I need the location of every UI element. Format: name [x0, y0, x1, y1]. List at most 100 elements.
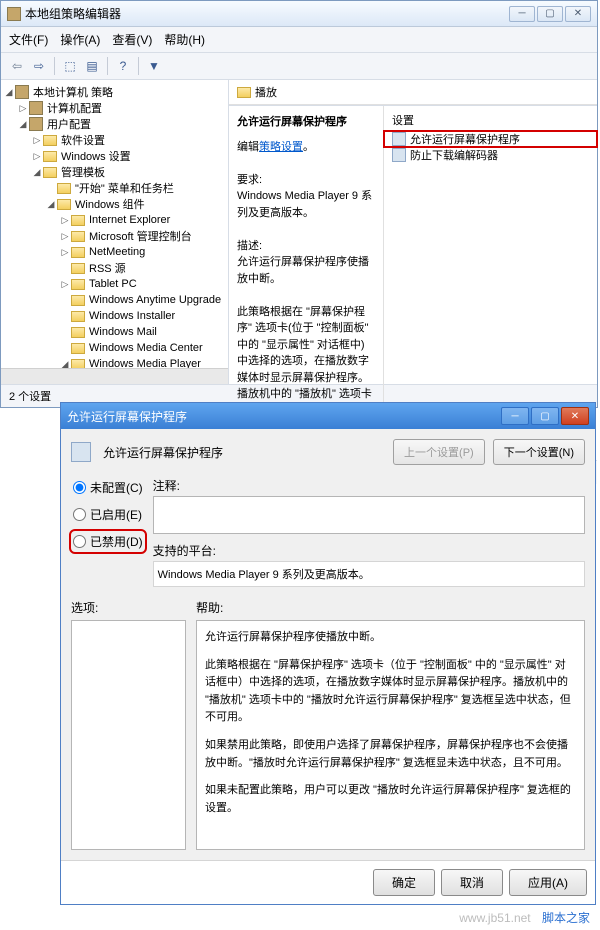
tree-media-center[interactable]: Windows Media Center [1, 340, 228, 356]
folder-icon [57, 199, 71, 210]
tree-computer-config[interactable]: ▷计算机配置 [1, 100, 228, 116]
dialog-title: 允许运行屏幕保护程序 [67, 408, 499, 425]
requirements-label: 要求: [237, 172, 375, 189]
folder-icon [43, 167, 57, 178]
dialog-titlebar[interactable]: 允许运行屏幕保护程序 ─ ▢ ✕ [61, 403, 595, 429]
radio-disabled[interactable]: 已禁用(D) [73, 533, 143, 550]
tree-panel: ◢本地计算机 策略 ▷计算机配置 ◢用户配置 ▷软件设置 ▷Windows 设置… [1, 80, 229, 384]
policy-setting-icon [392, 132, 406, 146]
folder-icon [57, 183, 71, 194]
setting-allow-screensaver[interactable]: 允许运行屏幕保护程序 [384, 131, 597, 147]
radio-enabled-input[interactable] [73, 508, 86, 521]
menu-action[interactable]: 操作(A) [60, 31, 100, 48]
requirements-text: Windows Media Player 9 系列及更高版本。 [237, 188, 375, 221]
folder-icon [71, 231, 85, 242]
detail-header: 播放 [229, 80, 597, 105]
dialog-header-title: 允许运行屏幕保护程序 [103, 444, 385, 461]
tree-mail[interactable]: Windows Mail [1, 324, 228, 340]
up-button[interactable]: ⬚ [60, 56, 80, 76]
tree-root[interactable]: ◢本地计算机 策略 [1, 84, 228, 100]
cancel-button[interactable]: 取消 [441, 869, 503, 896]
maximize-button[interactable]: ▢ [537, 6, 563, 22]
tree-software-settings[interactable]: ▷软件设置 [1, 132, 228, 148]
tree-windows-components[interactable]: ◢Windows 组件 [1, 196, 228, 212]
policy-icon [15, 85, 29, 99]
policy-setting-icon [392, 148, 406, 162]
horizontal-scrollbar[interactable] [1, 368, 228, 384]
tree-rss[interactable]: RSS 源 [1, 260, 228, 276]
description-text: 允许运行屏幕保护程序使播放中断。 [237, 254, 375, 287]
close-button[interactable]: ✕ [565, 6, 591, 22]
dialog-minimize-button[interactable]: ─ [501, 407, 529, 425]
back-button[interactable]: ⇦ [7, 56, 27, 76]
forward-button[interactable]: ⇨ [29, 56, 49, 76]
folder-icon [71, 327, 85, 338]
detail-header-title: 播放 [255, 84, 277, 100]
watermark-site: www.jb51.net [459, 911, 530, 925]
ok-button[interactable]: 确定 [373, 869, 435, 896]
dialog-maximize-button[interactable]: ▢ [531, 407, 559, 425]
help-p1: 允许运行屏幕保护程序使播放中断。 [205, 629, 576, 647]
tree-netmeeting[interactable]: ▷NetMeeting [1, 244, 228, 260]
tree-scroll[interactable]: ◢本地计算机 策略 ▷计算机配置 ◢用户配置 ▷软件设置 ▷Windows 设置… [1, 80, 228, 384]
policy-title: 允许运行屏幕保护程序 [237, 114, 375, 131]
folder-icon [71, 295, 85, 306]
next-setting-button[interactable]: 下一个设置(N) [493, 439, 585, 465]
dialog-buttons: 确定 取消 应用(A) [61, 860, 595, 904]
help-p2: 此策略根据在 "屏幕保护程序" 选项卡（位于 "控制面板" 中的 "显示属性" … [205, 657, 576, 727]
list-button[interactable]: ▤ [82, 56, 102, 76]
config-icon [29, 101, 43, 115]
folder-icon [71, 311, 85, 322]
setting-prevent-codec[interactable]: 防止下载编解码器 [384, 147, 597, 163]
folder-icon [43, 135, 57, 146]
prev-setting-button[interactable]: 上一个设置(P) [393, 439, 485, 465]
radio-disabled-input[interactable] [73, 535, 86, 548]
help-box[interactable]: 允许运行屏幕保护程序使播放中断。 此策略根据在 "屏幕保护程序" 选项卡（位于 … [196, 620, 585, 850]
options-label: 选项: [71, 599, 186, 616]
menu-view[interactable]: 查看(V) [112, 31, 152, 48]
tree-mmc[interactable]: ▷Microsoft 管理控制台 [1, 228, 228, 244]
tree-tablet-pc[interactable]: ▷Tablet PC [1, 276, 228, 292]
radio-enabled[interactable]: 已启用(E) [73, 506, 143, 523]
policy-setting-icon [71, 442, 91, 462]
folder-icon [71, 215, 85, 226]
toolbar: ⇦ ⇨ ⬚ ▤ ? ▼ [1, 53, 597, 80]
folder-icon [71, 263, 85, 274]
tree-installer[interactable]: Windows Installer [1, 308, 228, 324]
help-p4: 如果未配置此策略，用户可以更改 "播放时允许运行屏幕保护程序" 复选框的设置。 [205, 782, 576, 817]
tree-anytime-upgrade[interactable]: Windows Anytime Upgrade [1, 292, 228, 308]
folder-icon [71, 343, 85, 354]
titlebar[interactable]: 本地组策略编辑器 ─ ▢ ✕ [1, 1, 597, 27]
notes-field[interactable] [153, 496, 585, 534]
tree-ie[interactable]: ▷Internet Explorer [1, 212, 228, 228]
edit-policy-link[interactable]: 策略设置 [259, 141, 303, 153]
detail-panel: 播放 允许运行屏幕保护程序 编辑策略设置。 要求: Windows Media … [229, 80, 597, 384]
platform-text: Windows Media Player 9 系列及更高版本。 [153, 561, 585, 587]
options-box [71, 620, 186, 850]
description-label: 描述: [237, 238, 375, 255]
help-label: 帮助: [196, 599, 585, 616]
menu-help[interactable]: 帮助(H) [164, 31, 205, 48]
gpedit-window: 本地组策略编辑器 ─ ▢ ✕ 文件(F) 操作(A) 查看(V) 帮助(H) ⇦… [0, 0, 598, 408]
menubar: 文件(F) 操作(A) 查看(V) 帮助(H) [1, 27, 597, 53]
filter-button[interactable]: ▼ [144, 56, 164, 76]
window-title: 本地组策略编辑器 [25, 5, 509, 22]
radio-not-configured-input[interactable] [73, 481, 86, 494]
folder-icon [237, 87, 251, 98]
platform-label: 支持的平台: [153, 542, 585, 559]
minimize-button[interactable]: ─ [509, 6, 535, 22]
apply-button[interactable]: 应用(A) [509, 869, 587, 896]
radio-not-configured[interactable]: 未配置(C) [73, 479, 143, 496]
tree-user-config[interactable]: ◢用户配置 [1, 116, 228, 132]
watermark: www.jb51.net 脚本之家 [0, 905, 600, 930]
tree-windows-settings[interactable]: ▷Windows 设置 [1, 148, 228, 164]
notes-label: 注释: [153, 477, 585, 494]
config-icon [29, 117, 43, 131]
help-button[interactable]: ? [113, 56, 133, 76]
menu-file[interactable]: 文件(F) [9, 31, 48, 48]
tree-start-taskbar[interactable]: "开始" 菜单和任务栏 [1, 180, 228, 196]
tree-admin-templates[interactable]: ◢管理模板 [1, 164, 228, 180]
dialog-close-button[interactable]: ✕ [561, 407, 589, 425]
folder-icon [71, 279, 85, 290]
settings-column-header[interactable]: 设置 [384, 110, 597, 131]
